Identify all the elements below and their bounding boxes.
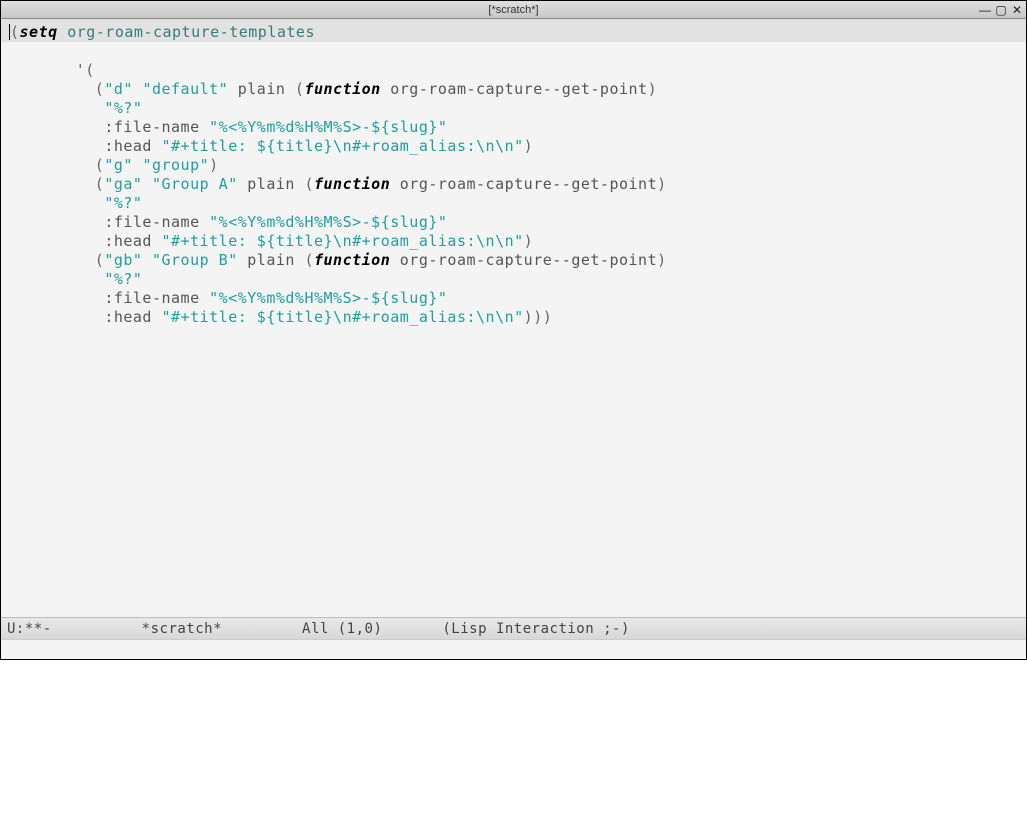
minibuffer[interactable] — [1, 639, 1026, 659]
titlebar-buttons: — ▢ ✕ — [978, 1, 1024, 18]
modeline-position: All (1,0) — [302, 621, 382, 637]
editor-buffer[interactable]: (setq org-roam-capture-templates '( ("d"… — [1, 19, 1026, 617]
modeline[interactable]: U:**- *scratch* All (1,0) (Lisp Interact… — [1, 617, 1026, 639]
modeline-mode: (Lisp Interaction ;-) — [442, 621, 630, 637]
titlebar[interactable]: [*scratch*] — ▢ ✕ — [1, 1, 1026, 19]
keyword-setq: setq — [20, 23, 58, 41]
maximize-icon[interactable]: ▢ — [994, 3, 1008, 17]
close-icon[interactable]: ✕ — [1010, 3, 1024, 17]
symbol-var: org-roam-capture-templates — [67, 23, 315, 41]
modeline-status: U:**- — [7, 621, 52, 637]
modeline-buffer: *scratch* — [142, 621, 222, 637]
window-title: [*scratch*] — [1, 4, 1026, 16]
keyword-function: function — [314, 251, 390, 269]
desktop-below — [0, 660, 1027, 830]
minimize-icon[interactable]: — — [978, 3, 992, 17]
keyword-function: function — [304, 80, 380, 98]
keyword-function: function — [314, 175, 390, 193]
emacs-window: [*scratch*] — ▢ ✕ (setq org-roam-capture… — [0, 0, 1027, 660]
